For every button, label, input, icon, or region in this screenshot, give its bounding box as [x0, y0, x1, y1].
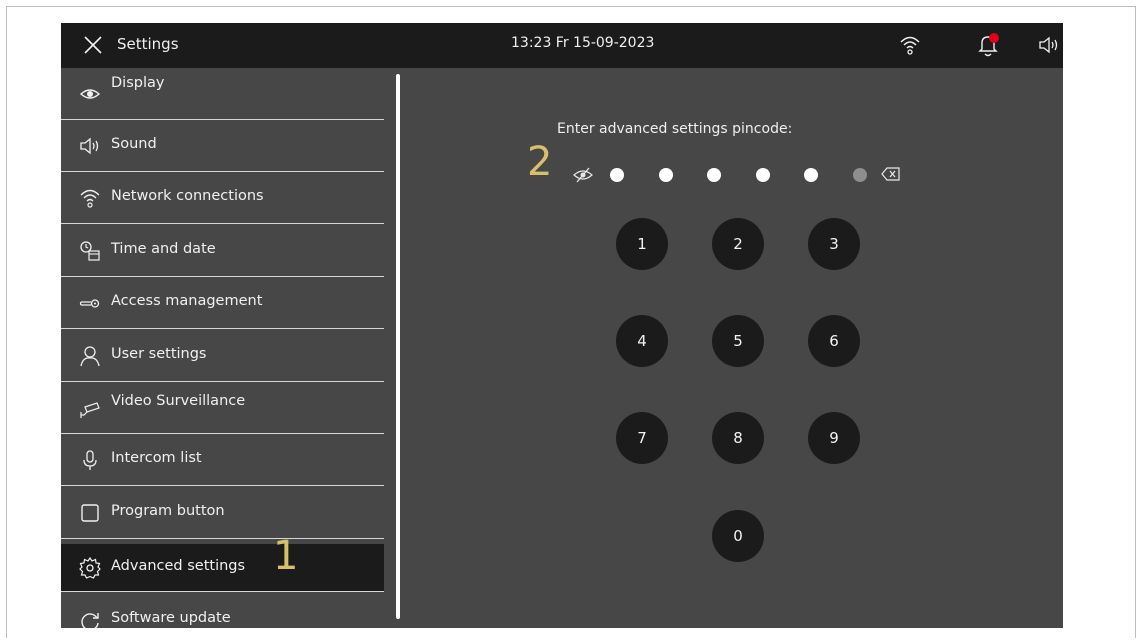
- keypad-key-0[interactable]: 0: [712, 510, 764, 562]
- sidebar-item-program-button[interactable]: Program button: [61, 487, 384, 539]
- sidebar-item-display[interactable]: Display: [61, 68, 384, 120]
- gear-icon: [79, 557, 101, 579]
- pin-dot-filled: [804, 168, 818, 182]
- keypad-key-3[interactable]: 3: [808, 218, 860, 270]
- sidebar-item-label: Software update: [111, 610, 231, 626]
- callout-number-one: 1: [273, 533, 299, 579]
- keypad-key-4[interactable]: 4: [616, 315, 668, 367]
- keypad-key-7[interactable]: 7: [616, 412, 668, 464]
- keypad-key-5[interactable]: 5: [712, 315, 764, 367]
- bell-icon[interactable]: [975, 33, 1001, 59]
- keypad-key-9[interactable]: 9: [808, 412, 860, 464]
- clock-calendar-icon: [80, 241, 100, 261]
- pin-dot-empty: [852, 168, 867, 182]
- sidebar-item-advanced-settings[interactable]: Advanced settings: [61, 544, 384, 592]
- device-screen: Settings 13:23 Fr 15-09-2023 Display Sou…: [61, 23, 1063, 628]
- top-bar: Settings 13:23 Fr 15-09-2023: [61, 23, 1063, 68]
- sidebar-item-access[interactable]: Access management: [61, 277, 384, 329]
- sidebar-item-sound[interactable]: Sound: [61, 120, 384, 172]
- wifi-icon[interactable]: [899, 34, 921, 56]
- square-icon: [81, 504, 99, 522]
- page-title: Settings: [117, 35, 179, 53]
- sidebar-item-label: Access management: [111, 293, 263, 309]
- pin-dot-filled: [658, 168, 673, 182]
- sidebar-item-label: User settings: [111, 346, 207, 362]
- user-icon: [80, 346, 100, 367]
- speaker-icon: [80, 137, 99, 155]
- notification-badge: [989, 33, 999, 43]
- sidebar-item-label: Sound: [111, 136, 157, 152]
- sidebar-item-intercom-list[interactable]: Intercom list: [61, 434, 384, 486]
- sidebar-item-time-date[interactable]: Time and date: [61, 225, 384, 277]
- sidebar-item-user-settings[interactable]: User settings: [61, 330, 384, 382]
- sidebar-item-label: Program button: [111, 503, 225, 519]
- keypad-key-6[interactable]: 6: [808, 315, 860, 367]
- backspace-icon[interactable]: [881, 166, 901, 182]
- close-icon[interactable]: [83, 35, 103, 55]
- settings-sidebar: Display Sound Network connections Time a…: [61, 68, 384, 628]
- pin-dot-filled: [610, 168, 624, 182]
- camera-icon: [80, 402, 100, 418]
- eye-icon: [79, 89, 101, 99]
- sidebar-item-software-update[interactable]: Software update: [61, 594, 384, 628]
- sidebar-item-network[interactable]: Network connections: [61, 172, 384, 224]
- keypad-key-2[interactable]: 2: [712, 218, 764, 270]
- hide-icon[interactable]: [572, 165, 594, 185]
- keypad-key-1[interactable]: 1: [616, 218, 668, 270]
- sidebar-item-label: Intercom list: [111, 450, 202, 466]
- microphone-icon: [83, 450, 97, 470]
- sidebar-item-label: Advanced settings: [111, 558, 246, 574]
- sidebar-item-label: Time and date: [111, 241, 216, 257]
- callout-number-two: 2: [527, 139, 553, 185]
- wifi-icon: [80, 189, 100, 208]
- sidebar-item-label: Network connections: [111, 188, 264, 204]
- sidebar-scrollbar[interactable]: [396, 74, 400, 619]
- pin-dot-filled: [707, 168, 721, 182]
- pin-dot-filled: [755, 168, 770, 182]
- datetime-display: 13:23 Fr 15-09-2023: [511, 35, 655, 51]
- refresh-icon: [81, 613, 99, 628]
- keypad-key-8[interactable]: 8: [712, 412, 764, 464]
- sidebar-item-label: Display: [111, 75, 165, 91]
- key-icon: [79, 299, 100, 308]
- pincode-prompt: Enter advanced settings pincode:: [557, 121, 793, 137]
- sidebar-item-video-surveillance[interactable]: Video Surveillance: [61, 382, 384, 434]
- speaker-icon[interactable]: [1038, 35, 1060, 55]
- sidebar-item-label: Video Surveillance: [111, 393, 246, 409]
